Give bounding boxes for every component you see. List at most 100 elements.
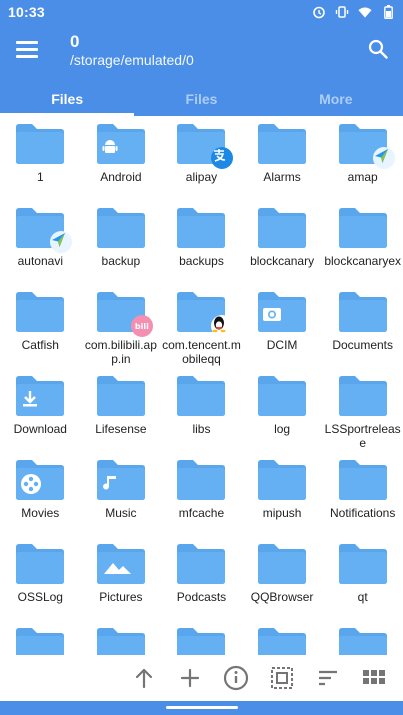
folder-item[interactable]: Pictures [81, 538, 162, 622]
info-icon [223, 665, 249, 691]
folder-item[interactable] [322, 622, 403, 655]
camera-icon [262, 305, 284, 327]
folder-item[interactable]: amap [322, 118, 403, 202]
folder-item[interactable]: backups [161, 202, 242, 286]
folder-name: Android [100, 171, 142, 184]
folder-item[interactable]: blockcanary [242, 202, 323, 286]
info-button[interactable] [219, 661, 253, 695]
folder-item[interactable]: Alarms [242, 118, 323, 202]
folder-name: 1 [36, 171, 44, 184]
folder-icon [256, 459, 308, 501]
folder-icon [256, 375, 308, 417]
select-icon [271, 667, 293, 689]
select-button[interactable] [265, 661, 299, 695]
folder-item[interactable]: Documents [322, 286, 403, 370]
up-button[interactable] [127, 661, 161, 695]
amap-icon [50, 231, 73, 253]
folder-icon [175, 291, 234, 337]
alarm-icon [312, 5, 326, 19]
folder-item[interactable]: alipay [161, 118, 242, 202]
bottom-toolbar [0, 655, 403, 701]
sort-button[interactable] [311, 661, 345, 695]
folder-icon [95, 123, 147, 165]
folder-grid: 1 Android alipay Alarms amap autonavi ba… [0, 118, 403, 655]
folder-name: mfcache [178, 507, 225, 520]
app-title: 0 [70, 32, 80, 51]
search-button[interactable] [367, 38, 389, 60]
folder-item[interactable]: LSSportrelease [322, 370, 403, 454]
alipay-icon [211, 147, 234, 169]
folder-item[interactable]: backup [81, 202, 162, 286]
folder-item[interactable]: QQBrowser [242, 538, 323, 622]
folder-item[interactable]: Music [81, 454, 162, 538]
folder-name: blockcanaryex [324, 255, 402, 268]
folder-name: amap [347, 171, 378, 184]
folder-name: Pictures [99, 591, 143, 604]
folder-item[interactable]: Movies [0, 454, 81, 538]
folder-item[interactable]: Catfish [0, 286, 81, 370]
folder-item[interactable]: Podcasts [161, 538, 242, 622]
folder-name: backup [101, 255, 141, 268]
tab-files-secondary[interactable]: Files [134, 84, 268, 116]
up-arrow-icon [135, 668, 153, 689]
wifi-icon [358, 5, 372, 19]
grid-view-button[interactable] [357, 661, 391, 695]
folder-item[interactable]: DCIM [242, 286, 323, 370]
folder-icon [14, 207, 73, 253]
folder-name: Documents [332, 339, 394, 352]
folder-item[interactable]: OSSLog [0, 538, 81, 622]
folder-name: com.tencent.mobileqq [162, 339, 241, 366]
folder-item[interactable]: Android [81, 118, 162, 202]
folder-item[interactable]: 1 [0, 118, 81, 202]
folder-name: autonavi [17, 255, 63, 268]
status-bar: 10:33 [0, 0, 403, 24]
menu-button[interactable] [16, 41, 38, 59]
folder-item[interactable]: blockcanaryex [322, 202, 403, 286]
folder-item[interactable]: libs [161, 370, 242, 454]
folder-item[interactable]: log [242, 370, 323, 454]
folder-icon [14, 123, 66, 165]
folder-icon [14, 459, 66, 501]
folder-name: Download [13, 423, 67, 436]
folder-name: alipay [185, 171, 218, 184]
folder-item[interactable]: autonavi [0, 202, 81, 286]
folder-item[interactable]: Lifesense [81, 370, 162, 454]
folder-name: QQBrowser [250, 591, 314, 604]
folder-icon [95, 627, 147, 655]
tab-more[interactable]: More [269, 84, 403, 116]
qq-icon [211, 315, 234, 337]
folder-item[interactable] [161, 622, 242, 655]
folder-item[interactable] [242, 622, 323, 655]
folder-icon [256, 291, 308, 333]
folder-item[interactable]: bili com.bilibili.app.in [81, 286, 162, 370]
folder-item[interactable]: Notifications [322, 454, 403, 538]
folder-icon: bili [95, 291, 153, 337]
folder-icon [337, 291, 389, 333]
folder-item[interactable]: com.tencent.mobileqq [161, 286, 242, 370]
folder-name: LSSportrelease [324, 423, 401, 450]
folder-icon [95, 207, 147, 249]
folder-item[interactable]: mipush [242, 454, 323, 538]
folder-icon [175, 543, 227, 585]
folder-name: blockcanary [250, 255, 315, 268]
bilibili-icon: bili [130, 315, 153, 337]
folder-icon [256, 543, 308, 585]
folder-item[interactable]: qt [322, 538, 403, 622]
home-indicator[interactable] [166, 706, 238, 709]
tab-files[interactable]: Files [0, 84, 135, 116]
add-icon [180, 668, 200, 688]
android-icon [101, 137, 123, 159]
folder-icon [175, 627, 227, 655]
folder-name: log [274, 423, 291, 436]
folder-item[interactable]: Download [0, 370, 81, 454]
folder-icon [337, 627, 389, 655]
grid-view-icon [363, 670, 385, 684]
folder-item[interactable] [0, 622, 81, 655]
folder-icon [95, 459, 147, 501]
add-button[interactable] [173, 661, 207, 695]
folder-icon [14, 291, 66, 333]
music-icon [101, 473, 123, 495]
folder-item[interactable]: mfcache [161, 454, 242, 538]
folder-item[interactable] [81, 622, 162, 655]
folder-name: Notifications [329, 507, 396, 520]
